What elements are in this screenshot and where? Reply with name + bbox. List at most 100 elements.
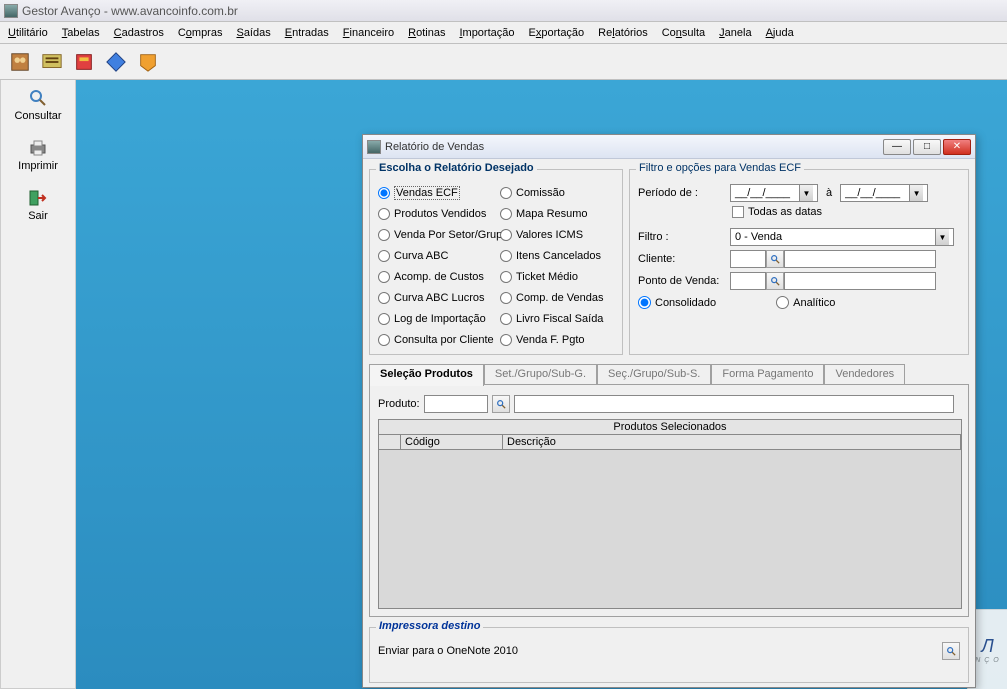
minimize-button[interactable]: — [883,139,911,155]
report-radio-venda-por-setor-grupo[interactable]: Venda Por Setor/Grupo [378,224,508,245]
a-label: à [826,187,832,199]
report-radio-ticket-m-dio[interactable]: Ticket Médio [500,266,603,287]
todas-datas-checkbox[interactable] [732,206,744,218]
app-icon [4,4,18,18]
analitico-radio[interactable] [776,296,789,309]
dropdown-arrow-icon: ▼ [935,229,949,245]
toolbar-btn-5[interactable] [134,48,162,76]
report-radio-log-de-importa-o[interactable]: Log de Importação [378,308,508,329]
report-radio-livro-fiscal-sa-da[interactable]: Livro Fiscal Saída [500,308,603,329]
printer-icon [28,138,48,158]
grid-header-codigo[interactable]: Código [401,435,503,449]
report-radio-consulta-por-cliente[interactable]: Consulta por Cliente [378,329,508,350]
printer-group-title: Impressora destino [376,620,483,632]
side-sair[interactable]: Sair [28,188,48,222]
menu-consulta[interactable]: Consulta [662,27,705,39]
app-title: Gestor Avanço - www.avancoinfo.com.br [22,4,238,18]
analitico-label: Analítico [793,297,835,309]
menu-compras[interactable]: Compras [178,27,223,39]
side-imprimir[interactable]: Imprimir [18,138,58,172]
cliente-lookup-button[interactable] [766,250,784,268]
menu-tabelas[interactable]: Tabelas [62,27,100,39]
printer-value: Enviar para o OneNote 2010 [378,645,942,657]
filtro-label: Filtro : [638,231,730,243]
main-toolbar [0,44,1007,80]
tab-vendedores[interactable]: Vendedores [824,364,905,386]
tab-sec-grupo[interactable]: Seç./Grupo/Sub-S. [597,364,711,386]
menu-ajuda[interactable]: Ajuda [766,27,794,39]
tab-selecao-produtos[interactable]: Seleção Produtos [369,364,484,386]
menu-entradas[interactable]: Entradas [285,27,329,39]
produto-code-input[interactable] [424,395,488,413]
report-radio-valores-icms[interactable]: Valores ICMS [500,224,603,245]
side-consultar[interactable]: Consultar [14,88,61,122]
search-icon [28,88,48,108]
menu-cadastros[interactable]: Cadastros [114,27,164,39]
cliente-name-input[interactable] [784,250,936,268]
tab-forma-pagamento[interactable]: Forma Pagamento [711,364,824,386]
side-toolbar: Consultar Imprimir Sair [0,80,76,689]
pdv-lookup-button[interactable] [766,272,784,290]
pdv-label: Ponto de Venda: [638,275,730,287]
report-group-title: Escolha o Relatório Desejado [376,162,537,174]
menu-exportacao[interactable]: Exportação [529,27,585,39]
grid-header-descricao[interactable]: Descrição [503,435,961,449]
todas-datas-label: Todas as datas [748,206,822,218]
dropdown-arrow-icon: ▼ [909,185,923,201]
dialog-title-bar[interactable]: Relatório de Vendas — □ ✕ [363,135,975,159]
produto-lookup-button[interactable] [492,395,510,413]
menu-janela[interactable]: Janela [719,27,751,39]
exit-icon [28,188,48,208]
report-radio-curva-abc-lucros[interactable]: Curva ABC Lucros [378,287,508,308]
cliente-label: Cliente: [638,253,730,265]
side-consultar-label: Consultar [14,110,61,122]
report-radio-comiss-o[interactable]: Comissão [500,182,603,203]
date-to-input[interactable]: __/__/____▼ [840,184,928,202]
printer-lookup-button[interactable] [942,642,960,660]
close-button[interactable]: ✕ [943,139,971,155]
printer-group: Impressora destino Enviar para o OneNote… [369,627,969,683]
produto-label: Produto: [378,398,420,410]
produtos-grid[interactable]: Produtos Selecionados Código Descrição [378,419,962,609]
menu-financeiro[interactable]: Financeiro [343,27,394,39]
consolidado-radio[interactable] [638,296,651,309]
date-from-input[interactable]: __/__/____▼ [730,184,818,202]
maximize-button[interactable]: □ [913,139,941,155]
menu-importacao[interactable]: Importação [459,27,514,39]
report-radio-vendas-ecf[interactable]: Vendas ECF [378,182,508,203]
menu-utilitario[interactable]: Utilitário [8,27,48,39]
menu-saidas[interactable]: Saídas [236,27,270,39]
pdv-name-input[interactable] [784,272,936,290]
tab-strip: Seleção Produtos Set./Grupo/Sub-G. Seç./… [369,363,969,385]
dialog-title: Relatório de Vendas [385,141,883,153]
pdv-code-input[interactable] [730,272,766,290]
grid-header-selector [379,435,401,449]
report-radio-mapa-resumo[interactable]: Mapa Resumo [500,203,603,224]
report-radio-acomp-de-custos[interactable]: Acomp. de Custos [378,266,508,287]
dialog-icon [367,140,381,154]
menu-relatorios[interactable]: Relatórios [598,27,648,39]
filter-group-title: Filtro e opções para Vendas ECF [636,162,804,174]
dropdown-arrow-icon: ▼ [799,185,813,201]
report-radio-curva-abc[interactable]: Curva ABC [378,245,508,266]
menu-rotinas[interactable]: Rotinas [408,27,445,39]
tab-set-grupo[interactable]: Set./Grupo/Sub-G. [484,364,597,386]
toolbar-btn-1[interactable] [6,48,34,76]
filtro-combo[interactable]: 0 - Venda▼ [730,228,954,246]
relatorio-vendas-dialog: Relatório de Vendas — □ ✕ Escolha o Rela… [362,134,976,688]
cliente-code-input[interactable] [730,250,766,268]
main-menu: Utilitário Tabelas Cadastros Compras Saí… [0,22,1007,44]
grid-title: Produtos Selecionados [379,420,961,435]
report-radio-produtos-vendidos[interactable]: Produtos Vendidos [378,203,508,224]
filter-group: Filtro e opções para Vendas ECF Período … [629,169,969,355]
toolbar-btn-3[interactable] [70,48,98,76]
produto-desc-input[interactable] [514,395,954,413]
report-selection-group: Escolha o Relatório Desejado Vendas ECFP… [369,169,623,355]
toolbar-btn-2[interactable] [38,48,66,76]
report-radio-comp-de-vendas[interactable]: Comp. de Vendas [500,287,603,308]
tab-panel-produtos: Produto: Produtos Selecionados Código De… [369,384,969,617]
periodo-label: Período de : [638,187,730,199]
report-radio-itens-cancelados[interactable]: Itens Cancelados [500,245,603,266]
toolbar-btn-4[interactable] [102,48,130,76]
report-radio-venda-f-pgto[interactable]: Venda F. Pgto [500,329,603,350]
